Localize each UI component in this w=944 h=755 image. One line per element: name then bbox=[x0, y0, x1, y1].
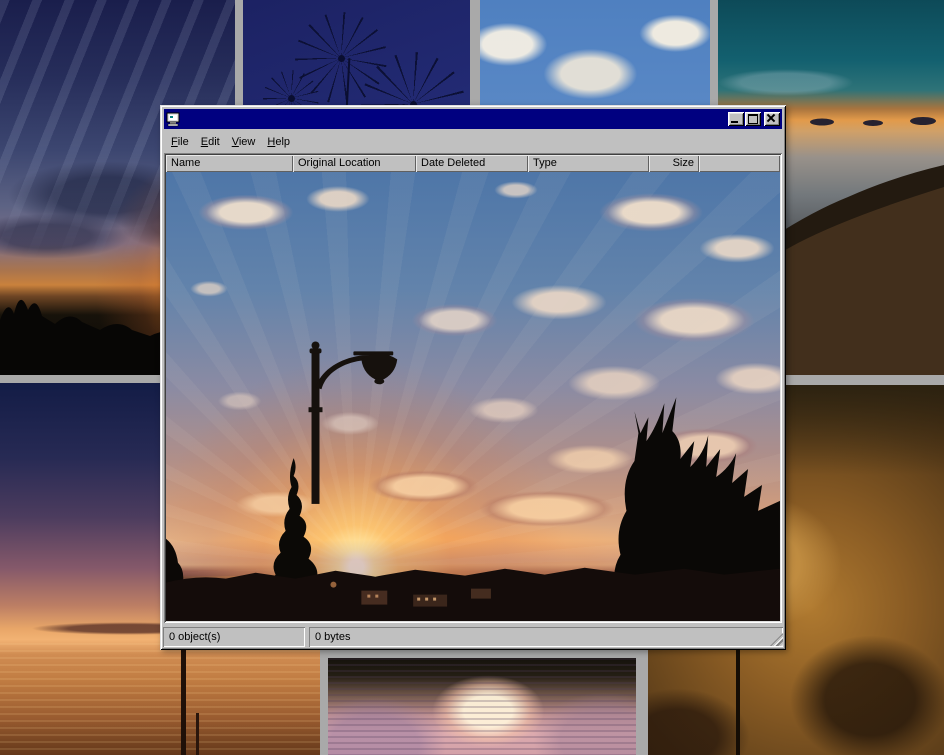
menu-edit[interactable]: Edit bbox=[195, 134, 226, 150]
water-ripples-overlay bbox=[328, 658, 636, 755]
street-lamp-silhouette bbox=[309, 341, 398, 503]
pole-silhouette bbox=[736, 647, 740, 755]
wallpaper-photo-water-reflection bbox=[328, 658, 636, 755]
minimize-button[interactable] bbox=[728, 112, 744, 126]
column-header-name[interactable]: Name bbox=[166, 155, 293, 172]
column-header-original-location[interactable]: Original Location bbox=[293, 155, 416, 172]
status-object-count: 0 object(s) bbox=[163, 627, 305, 647]
close-icon bbox=[764, 112, 780, 126]
water-ripples-overlay bbox=[0, 643, 320, 755]
maximize-icon bbox=[748, 114, 758, 124]
status-total-size: 0 bytes bbox=[309, 627, 783, 647]
menu-view[interactable]: View bbox=[226, 134, 262, 150]
menu-bar: File Edit View Help bbox=[163, 130, 783, 152]
column-header-filler bbox=[699, 155, 780, 172]
file-list-area[interactable] bbox=[166, 172, 780, 621]
wooden-pole-silhouette bbox=[196, 713, 199, 755]
column-header-row: Name Original Location Date Deleted Type… bbox=[166, 155, 780, 172]
sunset-lamp-photo bbox=[166, 172, 780, 621]
status-bar: 0 object(s) 0 bytes bbox=[163, 627, 783, 647]
folder-view-panel: Name Original Location Date Deleted Type… bbox=[164, 153, 782, 623]
menu-file[interactable]: File bbox=[165, 134, 195, 150]
town-foreground-silhouette bbox=[166, 568, 780, 621]
computer-icon[interactable] bbox=[166, 112, 182, 127]
column-header-size[interactable]: Size bbox=[649, 155, 699, 172]
window-titlebar[interactable] bbox=[164, 109, 782, 129]
minimize-icon bbox=[731, 121, 738, 123]
maximize-button[interactable] bbox=[745, 112, 761, 126]
silhouette-layer bbox=[166, 172, 780, 621]
wooden-pole-silhouette bbox=[181, 648, 186, 755]
close-button[interactable] bbox=[764, 112, 780, 126]
recycle-bin-window: File Edit View Help Name Original Locati… bbox=[160, 105, 786, 650]
column-header-type[interactable]: Type bbox=[528, 155, 649, 172]
menu-help[interactable]: Help bbox=[261, 134, 296, 150]
column-header-date-deleted[interactable]: Date Deleted bbox=[416, 155, 528, 172]
